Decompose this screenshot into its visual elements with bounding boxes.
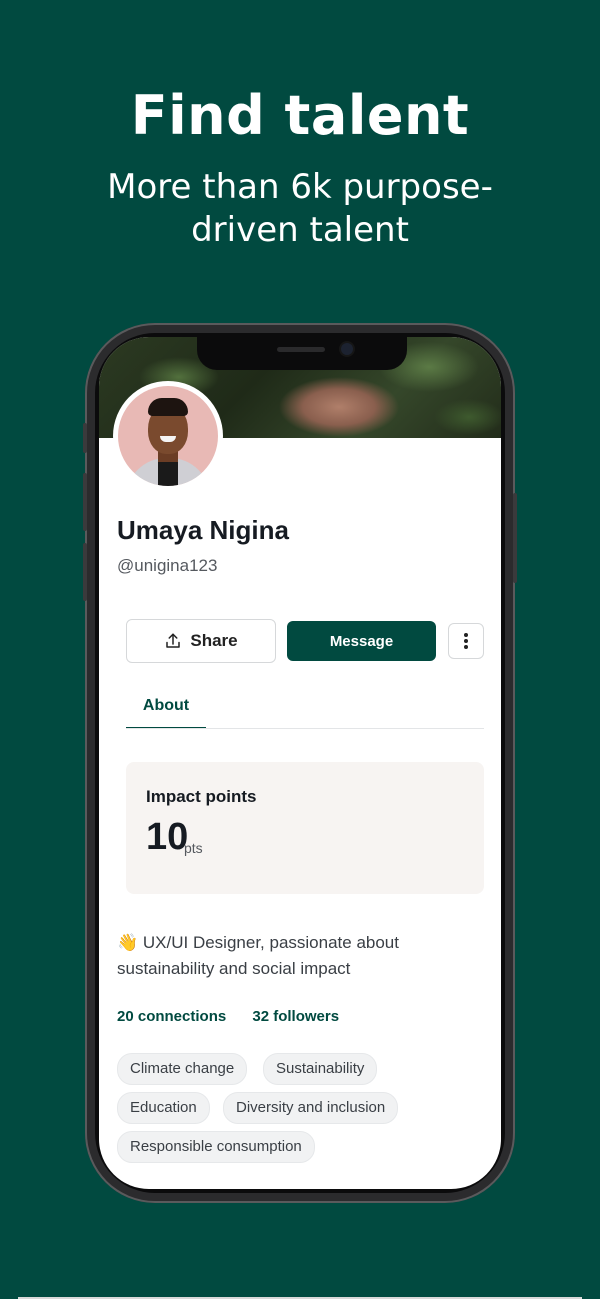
interest-tag[interactable]: Responsible consumption xyxy=(117,1131,315,1163)
phone-notch xyxy=(197,337,407,370)
profile-handle: @unigina123 xyxy=(117,556,218,575)
connections-link[interactable]: 20 connections xyxy=(117,1008,226,1025)
interest-tag[interactable]: Diversity and inclusion xyxy=(223,1092,399,1124)
avatar[interactable] xyxy=(113,381,223,491)
phone-screen: Umaya Nigina @unigina123 Share Message A… xyxy=(99,337,501,1189)
share-button[interactable]: Share xyxy=(126,619,276,663)
profile-stats: 20 connections 32 followers xyxy=(117,1008,361,1025)
interest-tag[interactable]: Sustainability xyxy=(263,1053,378,1085)
message-button[interactable]: Message xyxy=(287,621,436,661)
profile-name: Umaya Nigina xyxy=(117,515,289,545)
tab-about[interactable]: About xyxy=(126,693,206,729)
profile-bio: 👋 UX/UI Designer, passionate about susta… xyxy=(117,933,399,978)
hero-subtitle: More than 6k purpose-driven talent xyxy=(107,167,493,250)
impact-points-title: Impact points xyxy=(146,787,257,806)
hero-title: Find talent xyxy=(130,84,470,147)
impact-points-unit: pts xyxy=(184,840,203,856)
interest-tag[interactable]: Climate change xyxy=(117,1053,248,1085)
share-button-label: Share xyxy=(190,631,238,650)
share-icon xyxy=(166,633,181,648)
more-vertical-icon xyxy=(464,633,468,649)
interest-tag[interactable]: Education xyxy=(117,1092,210,1124)
more-options-button[interactable] xyxy=(448,623,484,659)
tab-divider xyxy=(126,728,484,729)
impact-points-value: 10 xyxy=(146,816,189,858)
followers-link[interactable]: 32 followers xyxy=(252,1008,339,1025)
impact-points-card: Impact points 10 pts xyxy=(126,762,484,894)
